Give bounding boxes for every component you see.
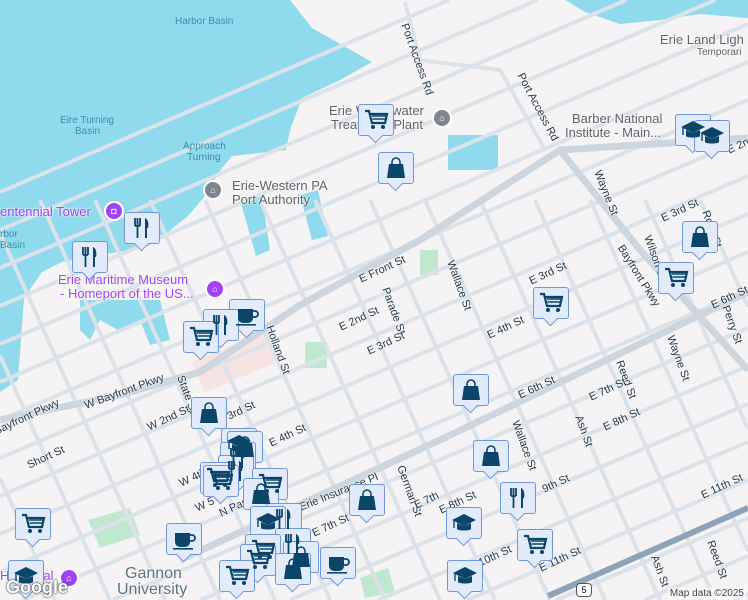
shopping-cart-marker[interactable]	[658, 262, 694, 294]
shopping-cart-marker[interactable]	[533, 287, 569, 319]
graduation-cap-icon	[256, 513, 280, 530]
shopping-bag-marker[interactable]	[275, 553, 311, 585]
graduation-cap-icon	[14, 567, 38, 584]
museum-pin-icon[interactable]: ⌂	[205, 279, 225, 299]
graduation-cap-icon	[452, 514, 476, 531]
graduation-cap-marker[interactable]	[8, 560, 44, 592]
shopping-bag-icon	[462, 379, 480, 400]
water-label: Turning	[187, 152, 221, 163]
coffee-cup-marker[interactable]	[320, 547, 356, 579]
poi-label[interactable]: Erie-Western PA	[232, 179, 328, 193]
shopping-bag-icon	[482, 445, 500, 466]
shopping-cart-marker[interactable]	[183, 321, 219, 353]
camera-pin-icon[interactable]: ◘	[104, 201, 124, 221]
coffee-cup-icon	[327, 557, 350, 574]
restaurant-marker[interactable]	[72, 241, 108, 273]
shopping-bag-marker[interactable]	[453, 374, 489, 406]
poi-label[interactable]: Port Authority	[232, 193, 310, 207]
restaurant-icon	[510, 488, 525, 508]
restaurant-icon	[134, 218, 149, 238]
coffee-cup-icon	[173, 533, 196, 550]
government-pin-icon[interactable]: ⌂	[432, 108, 452, 128]
graduation-cap-icon	[453, 567, 477, 584]
water-label: rbor	[0, 229, 18, 240]
map-attribution[interactable]: Map data ©2025	[667, 588, 746, 599]
shopping-bag-marker[interactable]	[191, 397, 227, 429]
restaurant-icon	[82, 247, 97, 267]
shopping-cart-marker[interactable]	[15, 508, 51, 540]
shopping-cart-marker[interactable]	[203, 465, 239, 497]
shopping-bag-marker[interactable]	[473, 440, 509, 472]
poi-label[interactable]: Barber National	[572, 112, 662, 126]
poi-label[interactable]: Institute - Main...	[565, 126, 661, 140]
poi-label[interactable]: - Homeport of the US...	[60, 287, 194, 301]
government-pin-icon[interactable]: ⌂	[203, 180, 223, 200]
shopping-bag-marker[interactable]	[349, 484, 385, 516]
restaurant-marker[interactable]	[124, 212, 160, 244]
graduation-cap-marker[interactable]	[446, 507, 482, 539]
shopping-cart-marker[interactable]	[517, 529, 553, 561]
water-label: Eire Turning	[60, 115, 114, 126]
poi-label[interactable]: University	[117, 582, 187, 598]
restaurant-marker[interactable]	[500, 482, 536, 514]
shopping-cart-icon	[540, 292, 564, 312]
shopping-cart-icon	[210, 470, 234, 490]
graduation-cap-marker[interactable]	[447, 560, 483, 592]
shopping-cart-marker[interactable]	[358, 104, 394, 136]
shopping-cart-icon	[665, 267, 689, 287]
shopping-bag-marker[interactable]	[378, 152, 414, 184]
water-label: Basin	[0, 240, 26, 251]
graduation-cap-icon	[700, 127, 724, 144]
lake-water	[565, 0, 748, 24]
shopping-bag-icon	[200, 402, 218, 423]
graduation-cap-marker[interactable]	[694, 120, 730, 152]
shopping-bag-marker[interactable]	[243, 478, 279, 510]
poi-label[interactable]: Erie Maritime Museum	[58, 273, 188, 287]
shopping-bag-marker[interactable]	[682, 221, 718, 253]
shopping-bag-icon	[358, 489, 376, 510]
water-label: Harbor Basin	[175, 16, 234, 27]
shopping-cart-icon	[22, 513, 46, 533]
shopping-cart-icon	[365, 109, 389, 129]
route-5-shield: 5	[576, 583, 592, 597]
shopping-cart-marker[interactable]	[219, 560, 255, 592]
water-label: Approach	[183, 141, 226, 152]
shopping-bag-icon	[284, 558, 302, 579]
shopping-cart-icon	[226, 565, 250, 585]
shopping-bag-icon	[252, 483, 270, 504]
shopping-bag-icon	[387, 157, 405, 178]
poi-label[interactable]: Temporari	[697, 46, 741, 60]
shopping-cart-icon	[524, 534, 548, 554]
poi-label[interactable]: entennial Tower	[0, 205, 91, 219]
shopping-bag-icon	[691, 226, 709, 247]
poi-label[interactable]: Gannon	[125, 566, 182, 582]
coffee-cup-icon	[236, 309, 259, 326]
coffee-cup-marker[interactable]	[166, 523, 202, 555]
water-label: Basin	[75, 126, 101, 137]
coffee-cup-marker[interactable]	[229, 299, 265, 331]
poi-label[interactable]: Erie Land Ligh	[660, 33, 744, 47]
shopping-cart-icon	[190, 326, 214, 346]
